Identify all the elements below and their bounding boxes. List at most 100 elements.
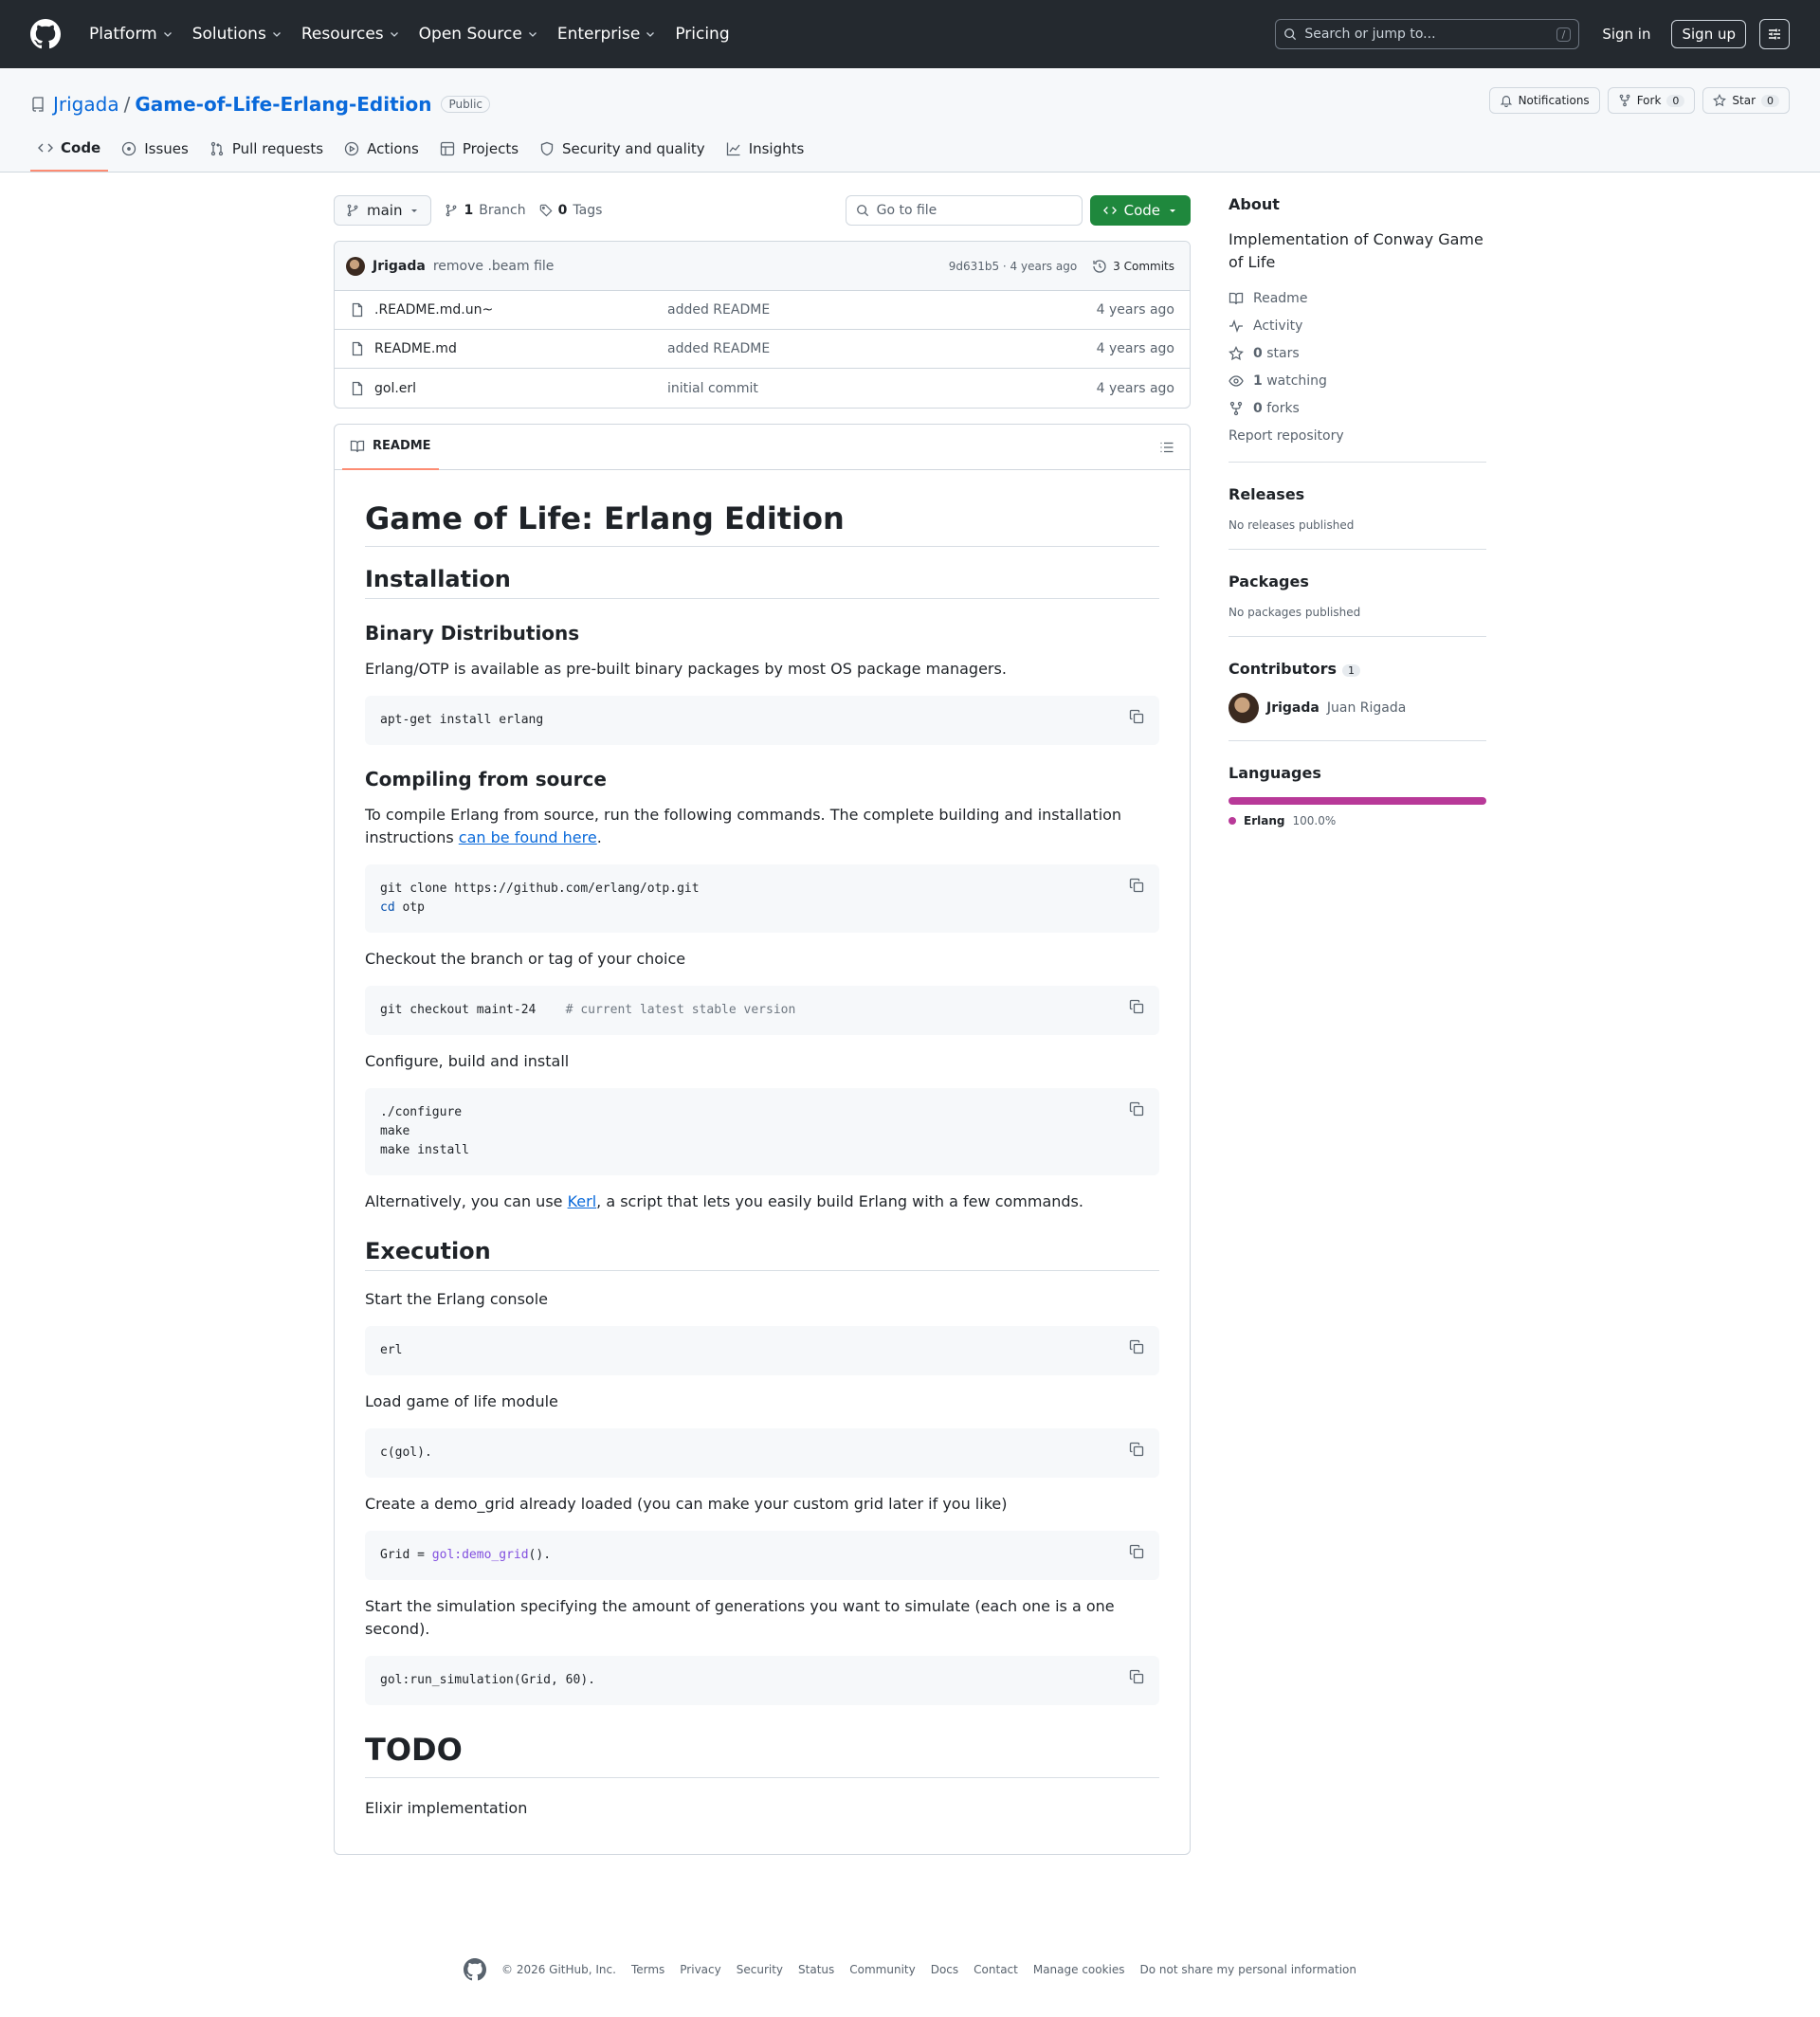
go-to-file-input[interactable]: Go to file — [845, 195, 1083, 226]
footer-link-manage-cookies[interactable]: Manage cookies — [1033, 1963, 1125, 1976]
tab-security[interactable]: Security and quality — [532, 139, 713, 172]
outline-button[interactable] — [1159, 440, 1174, 455]
commits-count: 3 Commits — [1113, 259, 1174, 273]
activity-link[interactable]: Activity — [1228, 317, 1486, 335]
tags-link[interactable]: 0 Tags — [539, 203, 602, 218]
file-commit-message[interactable]: initial commit — [667, 381, 1097, 396]
footer-link-contact[interactable]: Contact — [974, 1963, 1018, 1976]
kerl-after: , a script that lets you easily build Er… — [596, 1192, 1083, 1210]
readme-link[interactable]: Readme — [1228, 289, 1486, 307]
branches-link[interactable]: 1 Branch — [445, 203, 526, 218]
divider — [1228, 462, 1486, 463]
releases-empty: No releases published — [1228, 518, 1355, 532]
tags-count: 0 — [557, 203, 568, 218]
footer-link-community[interactable]: Community — [849, 1963, 915, 1976]
star-button[interactable]: Star 0 — [1702, 87, 1790, 114]
footer-link-docs[interactable]: Docs — [931, 1963, 958, 1976]
forks-link[interactable]: 0 forks — [1228, 399, 1486, 417]
pulse-icon — [1229, 318, 1243, 333]
fork-button[interactable]: Fork 0 — [1607, 87, 1696, 114]
tab-actions[interactable]: Actions — [337, 139, 427, 172]
found-here-link[interactable]: can be found here — [459, 828, 597, 846]
nav-solutions[interactable]: Solutions — [185, 19, 290, 49]
file-name[interactable]: README.md — [350, 341, 667, 356]
copy-icon[interactable] — [1129, 1442, 1144, 1457]
footer-link-status[interactable]: Status — [798, 1963, 834, 1976]
code-text: git checkout maint-24 — [380, 1003, 566, 1017]
copy-icon[interactable] — [1129, 999, 1144, 1014]
nav-enterprise[interactable]: Enterprise — [550, 19, 664, 49]
repo-owner-link[interactable]: Jrigada — [53, 93, 119, 116]
releases-heading[interactable]: Releases — [1228, 485, 1486, 503]
tab-readme[interactable]: README — [342, 425, 439, 470]
file-commit-message[interactable]: added README — [667, 341, 1097, 356]
language-item[interactable]: Erlang 100.0% — [1228, 814, 1486, 827]
stars-link[interactable]: 0 stars — [1228, 344, 1486, 362]
copy-icon[interactable] — [1129, 709, 1144, 724]
code-line: git clone https://github.com/erlang/otp.… — [380, 881, 700, 896]
chevron-down-icon — [163, 32, 172, 37]
file-name[interactable]: .README.md.un~ — [350, 302, 667, 318]
code-button-label: Code — [1123, 202, 1160, 219]
readme-tab-label: README — [373, 439, 431, 453]
copy-icon[interactable] — [1129, 1544, 1144, 1559]
repo-description: Implementation of Conway Game of Life — [1228, 230, 1483, 271]
tab-code[interactable]: Code — [30, 139, 109, 172]
nav-open-source[interactable]: Open Source — [411, 19, 546, 49]
nav-resources[interactable]: Resources — [294, 19, 408, 49]
table-row[interactable]: .README.md.un~ added README 4 years ago — [335, 291, 1190, 330]
nav-platform[interactable]: Platform — [82, 19, 181, 49]
star-label: Star — [1732, 94, 1756, 107]
contributors-heading[interactable]: Contributors 1 — [1228, 660, 1486, 678]
file-name[interactable]: gol.erl — [350, 381, 667, 396]
code-block: git checkout maint-24 # current latest s… — [365, 986, 1159, 1035]
copy-icon[interactable] — [1129, 1669, 1144, 1684]
contributor[interactable]: Jrigada Juan Rigada — [1228, 693, 1486, 723]
footer-link-security[interactable]: Security — [737, 1963, 783, 1976]
copy-icon[interactable] — [1129, 878, 1144, 893]
checkout-text: Checkout the branch or tag of your choic… — [365, 950, 686, 968]
search-input[interactable]: Search or jump to... / — [1275, 19, 1580, 49]
nav-pricing[interactable]: Pricing — [667, 19, 737, 49]
file-icon — [352, 341, 363, 356]
commit-meta[interactable]: 9d631b5 · 4 years ago — [949, 260, 1077, 273]
packages-heading[interactable]: Packages — [1228, 572, 1486, 591]
footer-link-privacy[interactable]: Privacy — [680, 1963, 720, 1976]
code-block: git clone https://github.com/erlang/otp.… — [365, 864, 1159, 933]
commit-author[interactable]: Jrigada — [373, 259, 426, 274]
branch-selector[interactable]: main — [334, 195, 432, 226]
tab-pull-requests[interactable]: Pull requests — [202, 139, 331, 172]
notifications-button[interactable]: Notifications — [1488, 87, 1600, 114]
file-name-label: .README.md.un~ — [374, 302, 494, 318]
code-button[interactable]: Code — [1089, 195, 1191, 226]
tab-insights[interactable]: Insights — [719, 139, 812, 172]
footer-link-terms[interactable]: Terms — [631, 1963, 664, 1976]
sign-in-link[interactable]: Sign in — [1594, 20, 1658, 48]
avatar[interactable] — [1228, 693, 1259, 723]
file-commit-message[interactable]: added README — [667, 302, 1097, 318]
copy-icon[interactable] — [1129, 1339, 1144, 1354]
table-row[interactable]: README.md added README 4 years ago — [335, 330, 1190, 369]
tab-projects[interactable]: Projects — [432, 139, 526, 172]
sim-text: Start the simulation specifying the amou… — [365, 1597, 1115, 1638]
report-repository-link[interactable]: Report repository — [1228, 427, 1486, 445]
watching-link[interactable]: 1 watching — [1228, 372, 1486, 390]
eye-icon — [1228, 374, 1244, 387]
copy-icon[interactable] — [1129, 1101, 1144, 1117]
language-name: Erlang — [1244, 814, 1285, 827]
code-block: c(gol). — [365, 1428, 1159, 1478]
repo-name-link[interactable]: Game-of-Life-Erlang-Edition — [135, 93, 431, 116]
commit-message[interactable]: remove .beam file — [433, 259, 555, 274]
appearance-settings-button[interactable] — [1759, 19, 1790, 49]
avatar[interactable] — [346, 256, 365, 276]
commits-link[interactable]: 3 Commits — [1092, 259, 1174, 274]
table-row[interactable]: gol.erl initial commit 4 years ago — [335, 369, 1190, 408]
go-to-file-placeholder: Go to file — [876, 203, 937, 218]
kerl-link[interactable]: Kerl — [568, 1192, 597, 1210]
footer-link-do-not-share[interactable]: Do not share my personal information — [1140, 1963, 1356, 1976]
github-logo-icon[interactable] — [464, 1958, 486, 1981]
github-logo-icon[interactable] — [30, 19, 61, 49]
activity-link-label: Activity — [1253, 318, 1303, 334]
tab-issues[interactable]: Issues — [114, 139, 196, 172]
sign-up-button[interactable]: Sign up — [1671, 20, 1746, 48]
